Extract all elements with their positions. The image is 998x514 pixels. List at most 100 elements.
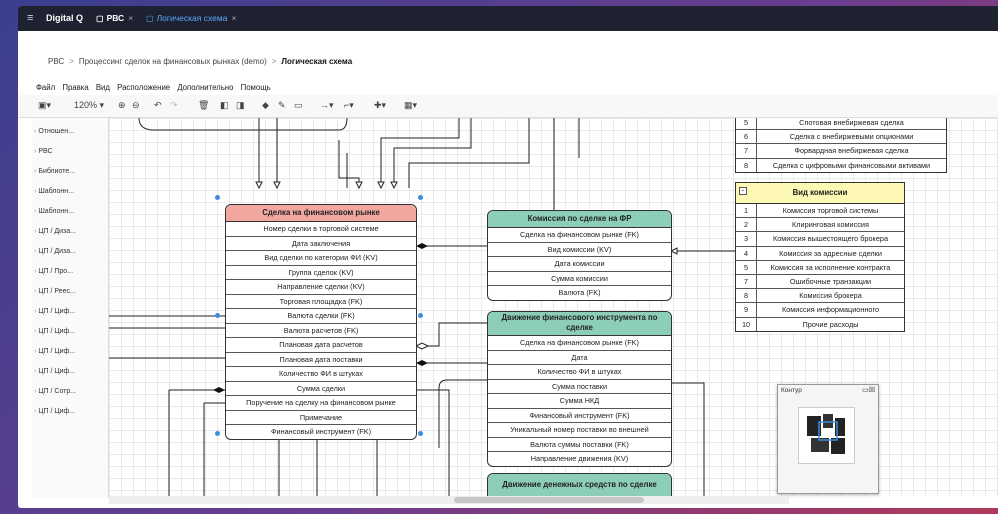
sidebar-item[interactable]: › ЦП / Про...	[34, 268, 73, 275]
lookup-row[interactable]: 8 Сделка с цифровыми финансовыми активами	[736, 158, 946, 172]
selection-handle[interactable]	[418, 195, 423, 200]
menu-extras[interactable]: Дополнительно	[177, 83, 233, 92]
tab-rvs[interactable]: ▢ РВС ×	[96, 13, 133, 23]
to-front-icon[interactable]: ◧	[220, 100, 229, 111]
lookup-row[interactable]: 6 Сделка с внебиржевыми опционами	[736, 130, 946, 145]
entity-field[interactable]: Финансовый инструмент (FK)	[226, 425, 416, 439]
lookup-row[interactable]: 5 Спотовая внебиржевая сделка	[736, 118, 946, 131]
breadcrumb-item[interactable]: Процессинг сделок на финансовых рынках (…	[79, 57, 267, 66]
zoom-select[interactable]: 120% ▾	[74, 100, 104, 111]
lookup-row[interactable]: 7 Ошибочные транзакции	[736, 274, 904, 290]
connection-icon[interactable]: →▾	[320, 100, 334, 111]
lookup-row[interactable]: 8 Комиссия брокера	[736, 289, 904, 304]
lookup-row[interactable]: 4 Комиссия за адресные сделки	[736, 246, 904, 261]
lookup-row[interactable]: 5 Комиссия за исполнение контракта	[736, 260, 904, 275]
undo-icon[interactable]: ↶	[154, 100, 162, 111]
entity-field[interactable]: Количество ФИ в штуках	[488, 365, 671, 380]
lookup-row[interactable]: 2 Клиринговая комиссия	[736, 218, 904, 233]
lookup-row[interactable]: 1 Комиссия торговой системы	[736, 204, 904, 219]
close-icon[interactable]: ×	[231, 13, 236, 23]
sidebar-item[interactable]: › ЦП / Циф...	[34, 348, 75, 355]
entity-field[interactable]: Количество ФИ в штуках	[226, 367, 416, 382]
sidebar-item[interactable]: › Отношен...	[34, 128, 74, 135]
entity-field[interactable]: Группа сделок (KV)	[226, 266, 416, 280]
lookup-row[interactable]: 7 Форвардная внебиржевая сделка	[736, 144, 946, 159]
delete-icon[interactable]: 🗑	[198, 100, 209, 111]
table-icon[interactable]: ▦▾	[404, 100, 417, 111]
fill-color-icon[interactable]: ◆	[262, 100, 269, 111]
sidebar-item[interactable]: › ЦП / Циф...	[34, 328, 75, 335]
breadcrumb-item[interactable]: РВС	[48, 57, 64, 66]
lookup-commission-types[interactable]: − Вид комиссии 1 Комиссия торговой системы…	[735, 182, 905, 332]
sidebar-item[interactable]: › РВС	[34, 148, 53, 155]
menu-edit[interactable]: Правка	[62, 83, 88, 92]
sidebar-item[interactable]: › ЦП / Циф...	[34, 408, 75, 415]
entity-field[interactable]: Валюта сделки (FK)	[226, 309, 416, 324]
lookup-row[interactable]: 10 Прочие расходы	[736, 317, 904, 331]
outline-window-buttons[interactable]: ▭☒	[862, 386, 875, 394]
entity-field[interactable]: Вид комиссии (KV)	[488, 243, 671, 257]
selection-handle[interactable]	[215, 313, 220, 318]
entity-field[interactable]: Плановая дата поставки	[226, 353, 416, 367]
menu-arrange[interactable]: Расположение	[117, 83, 170, 92]
sidebar-item[interactable]: › ЦП / Реес...	[34, 288, 76, 295]
shadow-icon[interactable]: ▭	[294, 100, 303, 111]
sidebar-item[interactable]: › Библиоте...	[34, 168, 75, 175]
entity-field[interactable]: Валюта суммы поставки (FK)	[488, 438, 671, 452]
lookup-row[interactable]: 3 Комиссия вышестоящего брокера	[736, 232, 904, 247]
entity-field[interactable]: Сумма НКД	[488, 394, 671, 409]
menu-help[interactable]: Помощь	[241, 83, 271, 92]
entity-field[interactable]: Направление движения (KV)	[488, 452, 671, 466]
entity-field[interactable]: Сумма сделки	[226, 382, 416, 396]
horizontal-scrollbar[interactable]	[109, 496, 789, 504]
entity-deal[interactable]: Сделка на финансовом рынке Номер сделки …	[225, 204, 417, 440]
entity-field[interactable]: Торговая площадка (FK)	[226, 295, 416, 309]
lookup-deal-types[interactable]: 5 Спотовая внебиржевая сделка 6 Сделка с в…	[735, 118, 947, 173]
outline-panel[interactable]: Контур ▭☒	[777, 384, 879, 494]
tab-logical-schema[interactable]: ▢ Логическая схема ×	[146, 13, 236, 23]
entity-instrument-movement[interactable]: Движение финансового инструмента по сдел…	[487, 311, 672, 467]
entity-field[interactable]: Дата	[488, 351, 671, 365]
entity-field[interactable]: Сделка на финансовом рынке (FK)	[488, 336, 671, 351]
entity-field[interactable]: Плановая дата расчетов	[226, 338, 416, 353]
entity-field[interactable]: Поручение на сделку на финансовом рынке	[226, 396, 416, 411]
sidebar-item[interactable]: › ЦП / Циф...	[34, 308, 75, 315]
waypoints-icon[interactable]: ⌐▾	[344, 100, 354, 111]
entity-field[interactable]: Валюта расчетов (FK)	[226, 324, 416, 338]
sidebar-item[interactable]: › ЦП / Дизa...	[34, 248, 76, 255]
panel-toggle-icon[interactable]: ▣▾	[38, 100, 51, 111]
sidebar-item[interactable]: › Шаблонн...	[34, 188, 74, 195]
redo-icon[interactable]: ↷	[170, 100, 178, 111]
entity-field[interactable]: Уникальный номер поставки во внешней	[488, 423, 671, 438]
entity-field[interactable]: Примечание	[226, 411, 416, 425]
entity-field[interactable]: Сумма комиссии	[488, 272, 671, 286]
selection-handle[interactable]	[418, 431, 423, 436]
entity-field[interactable]: Дата комиссии	[488, 257, 671, 272]
selection-handle[interactable]	[215, 195, 220, 200]
selection-handle[interactable]	[215, 431, 220, 436]
outline-minimap[interactable]	[798, 407, 855, 464]
sidebar-item[interactable]: › ЦП / Циф...	[34, 368, 75, 375]
menu-view[interactable]: Вид	[96, 83, 110, 92]
sidebar-item[interactable]: › Шаблонн...	[34, 208, 74, 215]
insert-icon[interactable]: ✚▾	[374, 100, 386, 111]
entity-commission[interactable]: Комиссия по сделке на ФР Сделка на финан…	[487, 210, 672, 301]
sidebar-item[interactable]: › ЦП / Дизa...	[34, 228, 76, 235]
menu-file[interactable]: Файл	[36, 83, 55, 92]
entity-field[interactable]: Направление сделки (KV)	[226, 280, 416, 295]
entity-field[interactable]: Валюта (FK)	[488, 286, 671, 300]
entity-field[interactable]: Финансовый инструмент (FK)	[488, 409, 671, 423]
entity-cash-movement[interactable]: Движение денежных средств по сделке	[487, 473, 672, 496]
line-color-icon[interactable]: ✎	[278, 100, 286, 111]
hamburger-menu-icon[interactable]: ≡	[27, 12, 33, 24]
zoom-out-icon[interactable]: ⊖	[132, 100, 140, 111]
collapse-icon[interactable]: −	[739, 187, 747, 195]
to-back-icon[interactable]: ◨	[236, 100, 245, 111]
entity-field[interactable]: Номер сделки в торговой системе	[226, 222, 416, 237]
lookup-row[interactable]: 9 Комиссия информационного	[736, 303, 904, 318]
selection-handle[interactable]	[418, 313, 423, 318]
entity-field[interactable]: Сделка на финансовом рынке (FK)	[488, 228, 671, 243]
entity-field[interactable]: Дата заключения	[226, 237, 416, 251]
sidebar-item[interactable]: › ЦП / Сотр...	[34, 388, 76, 395]
close-icon[interactable]: ×	[128, 13, 133, 23]
